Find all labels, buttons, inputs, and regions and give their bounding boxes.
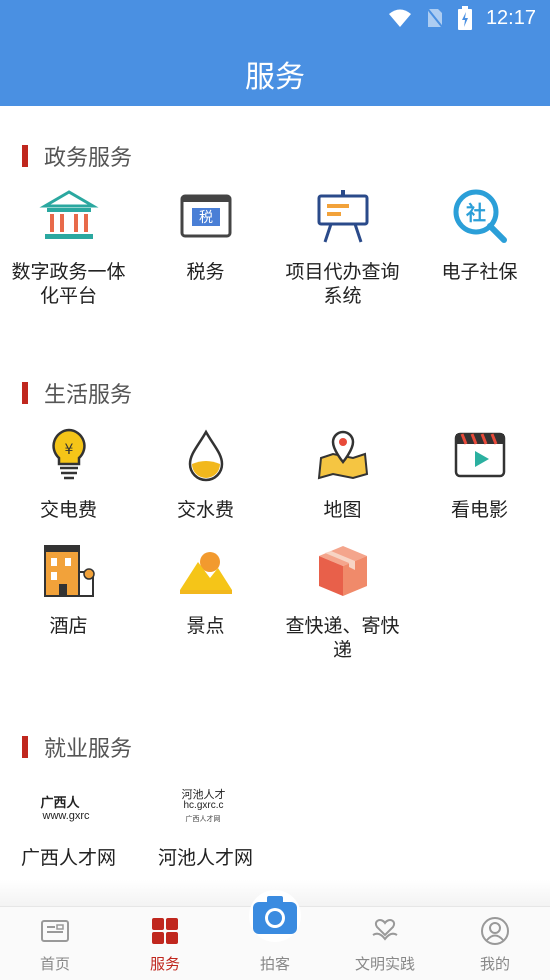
movie-clapper-icon	[454, 432, 505, 478]
service-item-express[interactable]: 查快递、寄快递	[274, 540, 411, 662]
wifi-icon	[388, 9, 411, 27]
camera-icon	[253, 896, 297, 934]
lightbulb-icon: ¥	[51, 428, 86, 480]
service-label: 交电费	[39, 499, 97, 521]
map-pin-icon	[317, 430, 368, 480]
water-drop-icon	[188, 429, 223, 482]
tab-civilization-practice[interactable]: 文明实践	[330, 907, 440, 980]
newspaper-icon	[41, 920, 69, 942]
hands-heart-icon	[372, 919, 398, 941]
section-header-government: 政务服务	[22, 140, 132, 172]
service-item-electricity[interactable]: ¥ 交电费	[0, 424, 137, 522]
svg-text:社: 社	[465, 201, 486, 225]
service-label: 数字政务一体化平台	[11, 261, 126, 307]
hotel-building-icon	[43, 545, 95, 597]
tab-label: 首页	[39, 955, 70, 973]
easel-board-icon	[317, 190, 368, 243]
logo-text: 广西人	[40, 796, 80, 811]
service-item-social-security[interactable]: 社 电子社保	[411, 186, 548, 284]
service-label: 广西人才网	[20, 847, 116, 869]
service-label: 河池人才网	[157, 847, 253, 869]
service-label: 项目代办查询系统	[285, 261, 400, 307]
section-header-employment: 就业服务	[22, 731, 132, 763]
user-profile-icon	[481, 917, 509, 945]
service-item-scenery[interactable]: 景点	[137, 540, 274, 638]
service-item-map[interactable]: 地图	[274, 424, 411, 522]
status-bar: 12:17	[0, 0, 550, 38]
svg-text:¥: ¥	[64, 442, 73, 458]
service-label: 地图	[323, 499, 362, 521]
government-building-icon	[38, 190, 99, 239]
service-item-project-query[interactable]: 项目代办查询系统	[274, 186, 411, 308]
tab-label: 我的	[479, 955, 510, 973]
section-accent-bar	[22, 736, 28, 758]
camera-button[interactable]	[249, 890, 301, 942]
section-title: 政务服务	[44, 146, 133, 171]
social-security-search-icon: 社	[453, 189, 507, 243]
package-box-icon	[318, 546, 367, 596]
service-label: 酒店	[49, 615, 88, 637]
service-item-tax[interactable]: 税 税务	[137, 186, 274, 284]
logo-subtext: hc.gxrc.c	[183, 800, 224, 811]
logo-subtext-2: 广西人才网	[185, 815, 221, 823]
tab-label: 服务	[149, 955, 180, 973]
service-label: 电子社保	[441, 261, 518, 283]
tab-label: 文明实践	[354, 955, 415, 973]
header-bar: 12:17 服务	[0, 0, 550, 106]
service-item-movie[interactable]: 看电影	[411, 424, 548, 522]
section-title: 生活服务	[44, 383, 133, 408]
status-time: 12:17	[485, 6, 536, 29]
service-label: 景点	[186, 615, 225, 637]
section-accent-bar	[22, 382, 28, 404]
service-label: 交水费	[176, 499, 234, 521]
section-accent-bar	[22, 145, 28, 167]
section-header-life: 生活服务	[22, 377, 132, 409]
no-sim-icon	[426, 7, 444, 29]
tab-services[interactable]: 服务	[110, 907, 220, 980]
hc-talent-logo: 河池人才 hc.gxrc.c 广西人才网	[160, 780, 252, 832]
page-title: 服务	[245, 60, 305, 95]
tax-icon: 税	[180, 194, 231, 238]
service-item-gx-talent[interactable]: 广西人 www.gxrc 广西人才网	[0, 780, 137, 870]
service-item-digital-government[interactable]: 数字政务一体化平台	[0, 186, 137, 308]
service-label: 看电影	[450, 499, 508, 521]
gx-talent-logo: 广西人 www.gxrc	[23, 780, 115, 832]
tab-home[interactable]: 首页	[0, 907, 110, 980]
battery-charging-icon	[457, 6, 472, 30]
service-item-hotel[interactable]: 酒店	[0, 540, 137, 638]
service-label: 查快递、寄快递	[285, 615, 400, 661]
scenery-mountain-icon	[179, 552, 232, 594]
tab-label: 拍客	[259, 955, 290, 973]
logo-subtext: www.gxrc	[42, 810, 90, 822]
tab-profile[interactable]: 我的	[440, 907, 550, 980]
service-item-water[interactable]: 交水费	[137, 424, 274, 522]
section-title: 就业服务	[44, 737, 133, 762]
svg-text:税: 税	[199, 210, 213, 226]
grid-squares-icon	[152, 918, 178, 944]
service-label: 税务	[186, 261, 225, 283]
service-item-hc-talent[interactable]: 河池人才 hc.gxrc.c 广西人才网 河池人才网	[137, 780, 274, 870]
